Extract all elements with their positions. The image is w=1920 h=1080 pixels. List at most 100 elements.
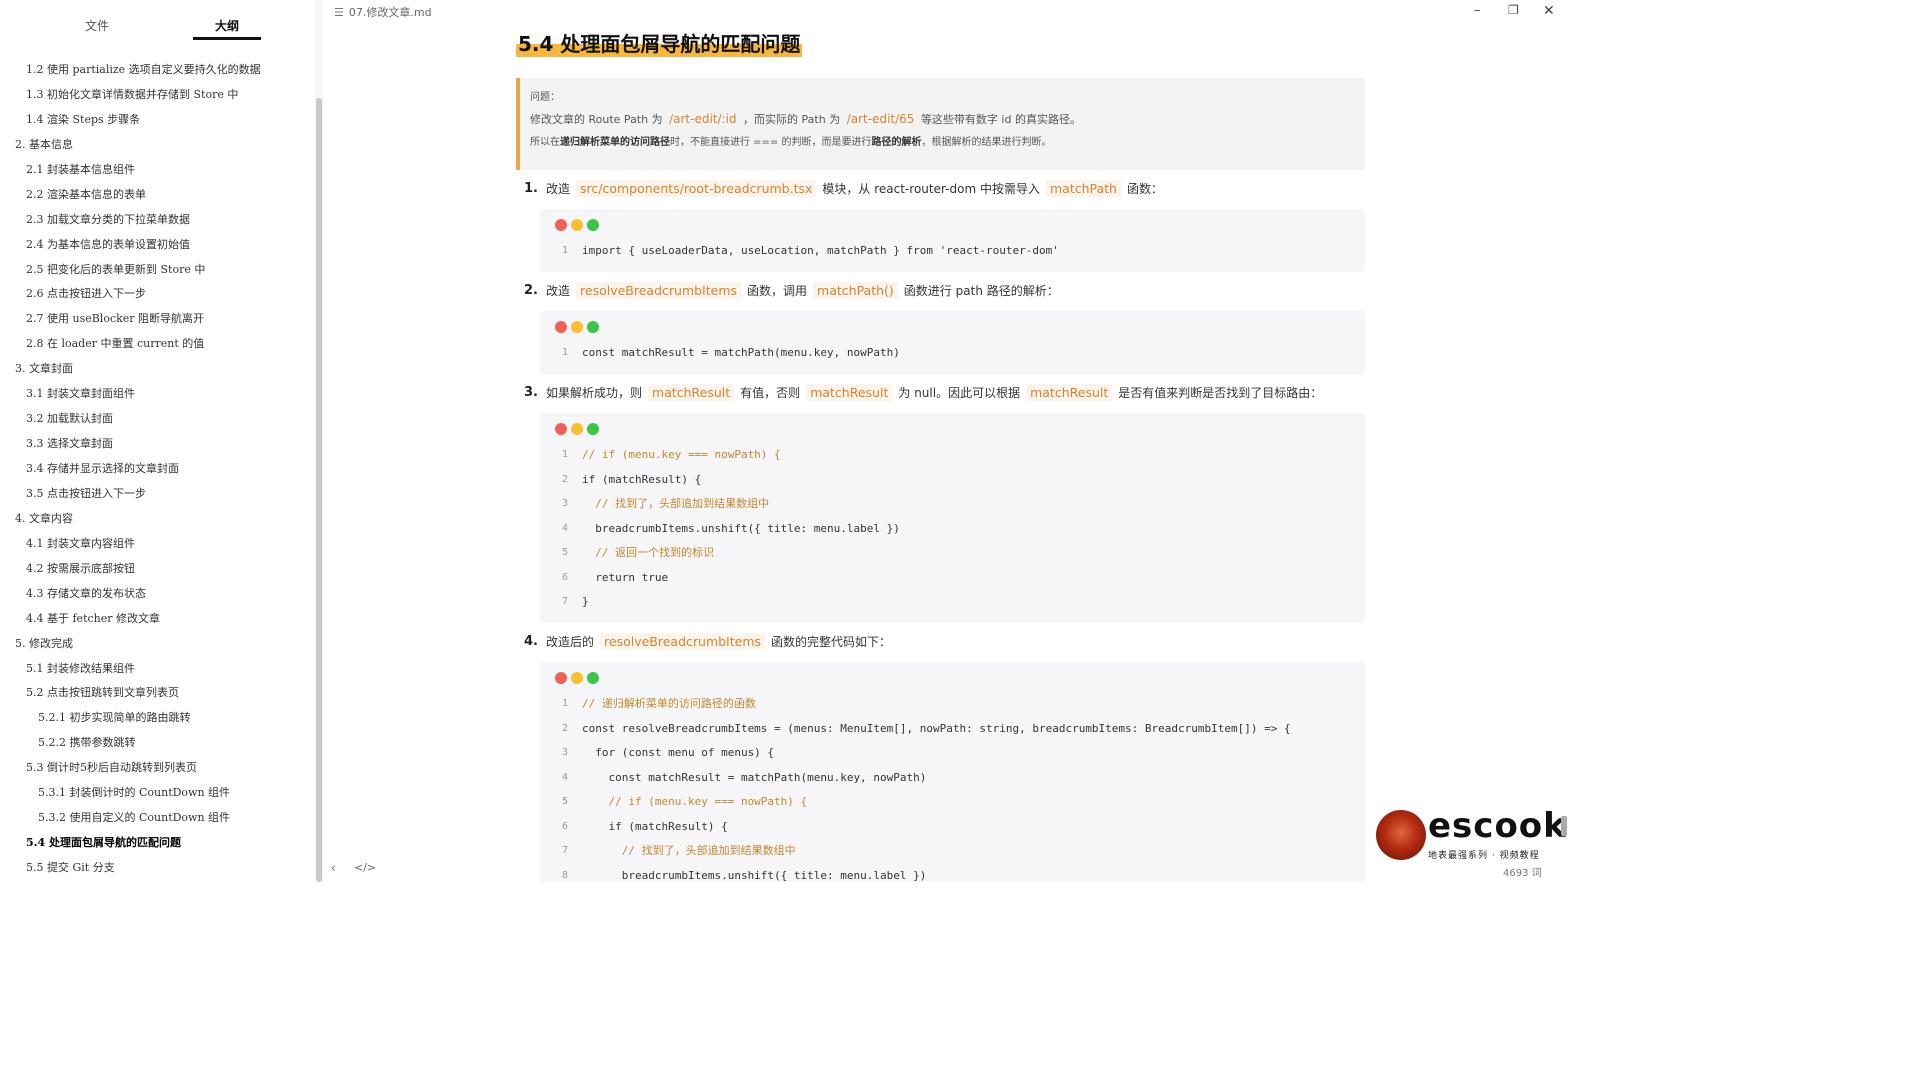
code-text: // 递归解析菜单的访问路径的函数 bbox=[582, 697, 756, 710]
code-line: 2 if (matchResult) { bbox=[540, 468, 1365, 493]
green-dot-icon bbox=[587, 672, 599, 684]
line-number: 1 bbox=[561, 245, 568, 256]
step-1: 1. 改造 src/components/root-breadcrumb.tsx… bbox=[524, 180, 1163, 197]
callout-title: 问题： bbox=[530, 92, 560, 103]
code-line: 1 import { useLoaderData, useLocation, ma… bbox=[540, 239, 1365, 264]
yellow-dot-icon bbox=[571, 423, 583, 435]
outline-item[interactable]: 5.4 处理面包屑导航的匹配问题 bbox=[0, 831, 312, 856]
step-text: 路径的解析： bbox=[986, 284, 1059, 298]
step-text: 函数的完整代码如下： bbox=[771, 635, 892, 649]
active-tab-indicator bbox=[193, 37, 261, 40]
outline-item[interactable]: 3.1 封装文章封面组件 bbox=[0, 382, 312, 407]
outline-item[interactable]: 2.4 为基本信息的表单设置初始值 bbox=[0, 233, 312, 258]
outline-item[interactable]: 5.3 倒计时5秒后自动跳转到列表页 bbox=[0, 756, 312, 781]
code-lines: 1 // if (menu.key === nowPath) {2 if (matc… bbox=[540, 443, 1365, 615]
outline-item[interactable]: 1.2 使用 partialize 选项自定义要持久化的数据 bbox=[0, 58, 312, 83]
tab-outline[interactable]: 大纲 bbox=[215, 17, 239, 34]
outline-item[interactable]: 5.2.1 初步实现简单的路由跳转 bbox=[0, 706, 312, 731]
outline-item[interactable]: 5.2 点击按钮跳转到文章列表页 bbox=[0, 681, 312, 706]
outline-item[interactable]: 1.3 初始化文章详情数据并存储到 Store 中 bbox=[0, 83, 312, 108]
inline-code: resolveBreadcrumbItems bbox=[600, 633, 766, 650]
step-text: 为 bbox=[898, 386, 911, 400]
code-line: 4 breadcrumbItems.unshift({ title: menu.… bbox=[540, 517, 1365, 542]
outline-item[interactable]: 1.4 渲染 Steps 步骤条 bbox=[0, 108, 312, 133]
outline-item[interactable]: 2.1 封装基本信息组件 bbox=[0, 158, 312, 183]
line-number: 8 bbox=[561, 869, 568, 881]
word-count[interactable]: 4693 词 bbox=[1503, 864, 1542, 879]
outline-item[interactable]: 5.2.2 携带参数跳转 bbox=[0, 731, 312, 756]
sidebar-scrollbar[interactable] bbox=[316, 98, 322, 882]
document-content[interactable]: 5.4 处理面包屑导航的匹配问题 问题： 修改文章的 Route Path 为 … bbox=[324, 0, 1560, 882]
sidebar-tabs: 文件 大纲 bbox=[0, 0, 315, 46]
outline-item[interactable]: 4. 文章内容 bbox=[0, 507, 312, 532]
code-text: if (matchResult) { bbox=[582, 472, 702, 486]
problem-callout: 问题： 修改文章的 Route Path 为 /art-edit/:id ，而实… bbox=[516, 78, 1365, 170]
callout-text: 修改文章的 Route Path 为 bbox=[530, 113, 663, 126]
inline-code: matchResult bbox=[1026, 384, 1113, 401]
code-line: 6 if (matchResult) { bbox=[540, 815, 1365, 840]
code-text: // 找到了，头部追加到结果数组中 bbox=[582, 844, 796, 857]
yellow-dot-icon bbox=[571, 672, 583, 684]
green-dot-icon bbox=[587, 423, 599, 435]
step-text: path bbox=[955, 283, 983, 298]
callout-text: ，根据解析的结果进行判断。 bbox=[921, 137, 1052, 148]
line-number: 5 bbox=[561, 547, 568, 558]
outline-item[interactable]: 2.5 把变化后的表单更新到 Store 中 bbox=[0, 258, 312, 283]
outline-item[interactable]: 2.8 在 loader 中重置 current 的值 bbox=[0, 332, 312, 357]
code-text: breadcrumbItems.unshift({ title: menu.la… bbox=[582, 521, 900, 535]
outline-item[interactable]: 4.2 按需展示底部按钮 bbox=[0, 557, 312, 582]
code-lines: 1 const matchResult = matchPath(menu.key,… bbox=[540, 341, 1365, 366]
outline-item[interactable]: 3. 文章封面 bbox=[0, 357, 312, 382]
outline-item[interactable]: 2. 基本信息 bbox=[0, 133, 312, 158]
outline-list: 1.2 使用 partialize 选项自定义要持久化的数据 1.3 初始化文章详… bbox=[0, 58, 312, 881]
outline-item[interactable]: 4.1 封装文章内容组件 bbox=[0, 532, 312, 557]
content-scrollbar[interactable] bbox=[1561, 816, 1567, 836]
real-path-code: /art-edit/65 bbox=[846, 112, 915, 126]
inline-code: matchPath bbox=[1045, 180, 1121, 197]
outline-item[interactable]: 2.7 使用 useBlocker 阻断导航离开 bbox=[0, 307, 312, 332]
outline-item[interactable]: 5.1 封装修改结果组件 bbox=[0, 657, 312, 682]
code-block-4[interactable]: 1 // 递归解析菜单的访问路径的函数 2 const resolveBreadcru… bbox=[540, 662, 1365, 882]
inline-code: src/components/root-breadcrumb.tsx bbox=[576, 180, 817, 197]
code-text: // 返回一个找到的标识 bbox=[582, 546, 715, 559]
source-code-mode-button[interactable]: </> bbox=[354, 861, 376, 874]
code-block-3[interactable]: 1 // if (menu.key === nowPath) {2 if (matc… bbox=[540, 413, 1365, 623]
outline-item[interactable]: 2.6 点击按钮进入下一步 bbox=[0, 282, 312, 307]
outline-item[interactable]: 3.4 存储并显示选择的文章封面 bbox=[0, 457, 312, 482]
collapse-sidebar-button[interactable]: ‹ bbox=[331, 861, 336, 875]
callout-line-3: 所以在递归解析菜单的访问路径时，不能直接进行 === 的判断，而是要进行路径的解… bbox=[530, 132, 1365, 154]
inline-code: matchResult bbox=[806, 384, 893, 401]
outline-item[interactable]: 4.4 基于 fetcher 修改文章 bbox=[0, 607, 312, 632]
red-dot-icon bbox=[555, 423, 567, 435]
outline-item[interactable]: 3.3 选择文章封面 bbox=[0, 432, 312, 457]
code-block-1[interactable]: 1 import { useLoaderData, useLocation, ma… bbox=[540, 209, 1365, 272]
red-dot-icon bbox=[555, 321, 567, 333]
outline-item[interactable]: 5.3.1 封装倒计时的 CountDown 组件 bbox=[0, 781, 312, 806]
callout-bold: 递归解析菜单的访问路径 bbox=[560, 137, 670, 148]
outline-item[interactable]: 3.5 点击按钮进入下一步 bbox=[0, 482, 312, 507]
tab-files[interactable]: 文件 bbox=[85, 17, 109, 34]
code-text: import { useLoaderData, useLocation, mat… bbox=[582, 244, 1059, 257]
step-text: 中按需导入 bbox=[979, 182, 1040, 196]
code-block-2[interactable]: 1 const matchResult = matchPath(menu.key,… bbox=[540, 311, 1365, 375]
outline-item[interactable]: 2.3 加载文章分类的下拉菜单数据 bbox=[0, 208, 312, 233]
outline-item[interactable]: 4.3 存储文章的发布状态 bbox=[0, 582, 312, 607]
code-line: 6 return true bbox=[540, 566, 1365, 591]
step-text: 。因此可以根据 bbox=[936, 386, 1021, 400]
outline-item[interactable]: 2.2 渲染基本信息的表单 bbox=[0, 183, 312, 208]
callout-text: 所以在 bbox=[530, 137, 560, 148]
step-number: 3. bbox=[524, 385, 538, 400]
step-text: 改造 bbox=[546, 284, 571, 298]
code-line: 1 // 递归解析菜单的访问路径的函数 bbox=[540, 692, 1365, 717]
outline-item[interactable]: 3.2 加载默认封面 bbox=[0, 407, 312, 432]
code-line: 8 breadcrumbItems.unshift({ title: menu.… bbox=[540, 864, 1365, 883]
code-line: 4 const matchResult = matchPath(menu.key… bbox=[540, 766, 1365, 791]
outline-item[interactable]: 5.3.2 使用自定义的 CountDown 组件 bbox=[0, 806, 312, 831]
line-number: 3 bbox=[561, 498, 568, 509]
section-heading: 5.4 处理面包屑导航的匹配问题 bbox=[516, 28, 803, 57]
code-line: 1 // if (menu.key === nowPath) { bbox=[540, 443, 1365, 468]
outline-item[interactable]: 5.5 提交 Git 分支 bbox=[0, 856, 312, 881]
code-line: 5 // 返回一个找到的标识 bbox=[540, 541, 1365, 566]
step-text: 改造后的 bbox=[546, 635, 595, 649]
outline-item[interactable]: 5. 修改完成 bbox=[0, 632, 312, 657]
